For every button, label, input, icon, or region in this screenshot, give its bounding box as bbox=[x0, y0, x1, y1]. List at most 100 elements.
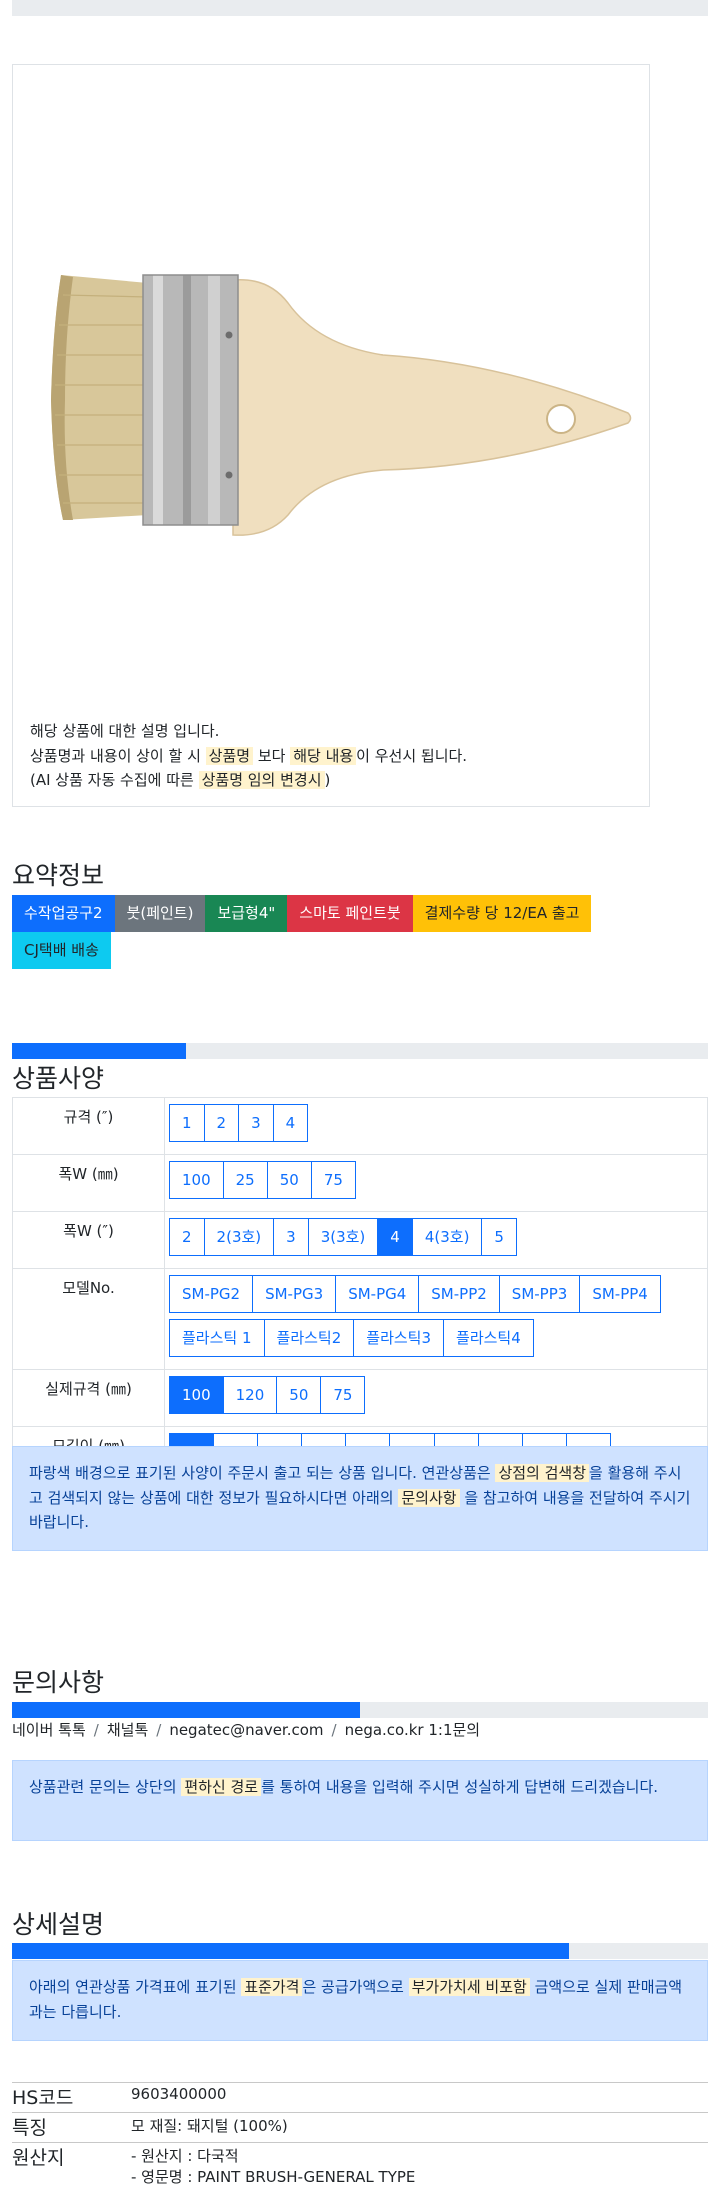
highlight-product-name: 상품명 bbox=[205, 746, 254, 765]
spec-label: 규격 (″) bbox=[12, 1097, 165, 1155]
highlight-name-change: 상품명 임의 변경시 bbox=[198, 771, 325, 789]
summary-badges: 수작업공구2 붓(페인트) 보급형4" 스마토 페인트붓 결제수량 당 12/E… bbox=[12, 895, 712, 969]
option-button[interactable]: 5 bbox=[481, 1218, 517, 1256]
option-button[interactable]: 4(3호) bbox=[411, 1218, 483, 1256]
badge-category: 수작업공구2 bbox=[12, 895, 115, 932]
spec-row-width-mm: 폭W (㎜) 100 25 50 75 bbox=[12, 1154, 708, 1212]
spec-options: 100 25 50 75 bbox=[164, 1154, 708, 1212]
product-info-table: HS코드 9603400000 특징 모 재질: 돼지털 (100%) 원산지 … bbox=[12, 2082, 708, 2189]
top-progress-track bbox=[12, 0, 708, 16]
info-value: 9603400000 bbox=[131, 2082, 708, 2113]
option-button-selected[interactable]: 4 bbox=[377, 1218, 413, 1256]
detail-progress-bar bbox=[12, 1943, 569, 1959]
link-channel-talk[interactable]: 채널톡 bbox=[107, 1721, 148, 1739]
info-value: - 원산지 : 다국적 - 영문명 : PAINT BRUSH-GENERAL … bbox=[131, 2142, 708, 2189]
option-button[interactable]: 3(3호) bbox=[307, 1218, 379, 1256]
option-button[interactable]: 75 bbox=[310, 1161, 356, 1199]
info-row-feature: 특징 모 재질: 돼지털 (100%) bbox=[12, 2112, 708, 2143]
spec-label: 폭W (″) bbox=[12, 1211, 165, 1269]
highlight-search: 상점의 검색창 bbox=[495, 1464, 590, 1482]
badge-grade: 보급형4" bbox=[205, 895, 288, 932]
option-button[interactable]: 3 bbox=[238, 1104, 274, 1142]
inquiry-progress bbox=[12, 1702, 708, 1718]
inquiry-progress-bar bbox=[12, 1702, 360, 1718]
inquiry-links: 네이버 톡톡 / 채널톡 / negatec@naver.com / nega.co.kr … bbox=[12, 1719, 480, 1740]
spec-options: SM-PG2 SM-PG3 SM-PG4 SM-PP2 SM-PP3 SM-PP… bbox=[164, 1268, 708, 1370]
option-button[interactable]: 100 bbox=[169, 1161, 224, 1199]
option-button[interactable]: 2 bbox=[203, 1104, 240, 1142]
detail-progress bbox=[12, 1943, 708, 1959]
info-value: 모 재질: 돼지털 (100%) bbox=[131, 2112, 708, 2143]
summary-title: 요약정보 bbox=[12, 861, 105, 890]
product-notice: 해당 상품에 대한 설명 입니다. 상품명과 내용이 상이 할 시 상품명 보다… bbox=[30, 719, 467, 793]
option-button[interactable]: 4 bbox=[272, 1104, 309, 1142]
spec-row-size-inch: 규격 (″) 1 2 3 4 bbox=[12, 1097, 708, 1155]
spec-table: 규격 (″) 1 2 3 4 폭W (㎜) 100 25 50 75 폭W (″… bbox=[12, 1097, 708, 1484]
paint-brush-image bbox=[51, 274, 632, 536]
option-button[interactable]: SM-PG2 bbox=[169, 1275, 254, 1313]
option-button[interactable]: 플라스틱4 bbox=[443, 1319, 534, 1357]
option-button[interactable]: SM-PP2 bbox=[418, 1275, 500, 1313]
brush-bristles bbox=[51, 275, 149, 520]
spec-options: 2 2(3호) 3 3(3호) 4 4(3호) 5 bbox=[164, 1211, 708, 1269]
handle-hole bbox=[546, 404, 576, 434]
link-naver-talk[interactable]: 네이버 톡톡 bbox=[12, 1721, 86, 1739]
spec-row-actual-size: 실제규격 (㎜) 100 120 50 75 bbox=[12, 1369, 708, 1427]
detail-title: 상세설명 bbox=[12, 1910, 105, 1939]
notice-line-3: (AI 상품 자동 수집에 따른 상품명 임의 변경시) bbox=[30, 771, 331, 789]
highlight-inquiry: 문의사항 bbox=[398, 1488, 460, 1507]
option-button[interactable]: 25 bbox=[222, 1161, 268, 1199]
separator: / bbox=[93, 1721, 99, 1739]
highlight-content: 해당 내용 bbox=[290, 746, 357, 765]
option-button[interactable]: 2(3호) bbox=[203, 1218, 275, 1256]
spec-info-alert: 파랑색 배경으로 표기된 사양이 주문시 출고 되는 상품 입니다. 연관상품은… bbox=[12, 1446, 708, 1551]
option-button[interactable]: SM-PP3 bbox=[498, 1275, 581, 1313]
info-row-origin: 원산지 - 원산지 : 다국적 - 영문명 : PAINT BRUSH-GENE… bbox=[12, 2142, 708, 2189]
info-row-hs: HS코드 9603400000 bbox=[12, 2082, 708, 2113]
spec-options: 100 120 50 75 bbox=[164, 1369, 708, 1427]
link-one-on-one[interactable]: nega.co.kr 1:1문의 bbox=[345, 1721, 481, 1739]
spec-progress-bar bbox=[12, 1043, 186, 1059]
inquiry-title: 문의사항 bbox=[12, 1668, 105, 1697]
option-button[interactable]: 75 bbox=[320, 1376, 366, 1414]
detail-alert: 아래의 연관상품 가격표에 표기된 표준가격 은 공급가액으로 부가가치세 비포함… bbox=[12, 1960, 708, 2041]
origin-line: - 원산지 : 다국적 bbox=[131, 2147, 239, 2165]
spec-label: 모델No. bbox=[12, 1268, 165, 1370]
option-button[interactable]: 플라스틱 1 bbox=[169, 1319, 265, 1357]
badge-shipping: CJ택배 배송 bbox=[12, 932, 111, 969]
spec-label: 폭W (㎜) bbox=[12, 1154, 165, 1212]
spec-label: 실제규격 (㎜) bbox=[12, 1369, 165, 1427]
product-description-box: 해당 상품에 대한 설명 입니다. 상품명과 내용이 상이 할 시 상품명 보다… bbox=[12, 64, 650, 807]
separator: / bbox=[331, 1721, 337, 1739]
highlight-standard-price: 표준가격 bbox=[241, 1978, 303, 1996]
option-button[interactable]: 플라스틱2 bbox=[263, 1319, 355, 1357]
spec-row-width-inch: 폭W (″) 2 2(3호) 3 3(3호) 4 4(3호) 5 bbox=[12, 1211, 708, 1269]
option-button[interactable]: 120 bbox=[222, 1376, 278, 1414]
option-button[interactable]: SM-PG3 bbox=[252, 1275, 337, 1313]
option-button-selected[interactable]: 100 bbox=[169, 1376, 224, 1414]
option-button[interactable]: 3 bbox=[273, 1218, 309, 1256]
option-button[interactable]: 50 bbox=[266, 1161, 312, 1199]
link-email[interactable]: negatec@naver.com bbox=[169, 1721, 323, 1739]
option-button[interactable]: 50 bbox=[276, 1376, 322, 1414]
option-button[interactable]: 플라스틱3 bbox=[353, 1319, 445, 1357]
option-button[interactable]: SM-PG4 bbox=[335, 1275, 420, 1313]
separator: / bbox=[156, 1721, 162, 1739]
notice-line-2: 상품명과 내용이 상이 할 시 상품명 보다 해당 내용 이 우선시 됩니다. bbox=[30, 746, 468, 765]
badge-subcategory: 붓(페인트) bbox=[114, 895, 206, 932]
brush-handle bbox=[232, 278, 632, 536]
brush-ferrule bbox=[142, 274, 239, 526]
spec-row-model: 모델No. SM-PG2 SM-PG3 SM-PG4 SM-PP2 SM-PP3… bbox=[12, 1268, 708, 1370]
info-key: 특징 bbox=[12, 2112, 131, 2143]
option-button[interactable]: 2 bbox=[169, 1218, 205, 1256]
inquiry-alert: 상품관련 문의는 상단의 편하신 경로 를 통하여 내용을 입력해 주시면 성실하… bbox=[12, 1760, 708, 1841]
notice-line-1: 해당 상품에 대한 설명 입니다. bbox=[30, 722, 220, 740]
badge-quantity: 결제수량 당 12/EA 출고 bbox=[412, 895, 592, 932]
spec-progress bbox=[12, 1043, 708, 1059]
origin-english-name: - 영문명 : PAINT BRUSH-GENERAL TYPE bbox=[131, 2168, 416, 2186]
info-key: HS코드 bbox=[12, 2082, 131, 2113]
badge-brand: 스마토 페인트붓 bbox=[287, 895, 413, 932]
info-key: 원산지 bbox=[12, 2142, 131, 2189]
option-button[interactable]: 1 bbox=[169, 1104, 205, 1142]
option-button[interactable]: SM-PP4 bbox=[579, 1275, 661, 1313]
